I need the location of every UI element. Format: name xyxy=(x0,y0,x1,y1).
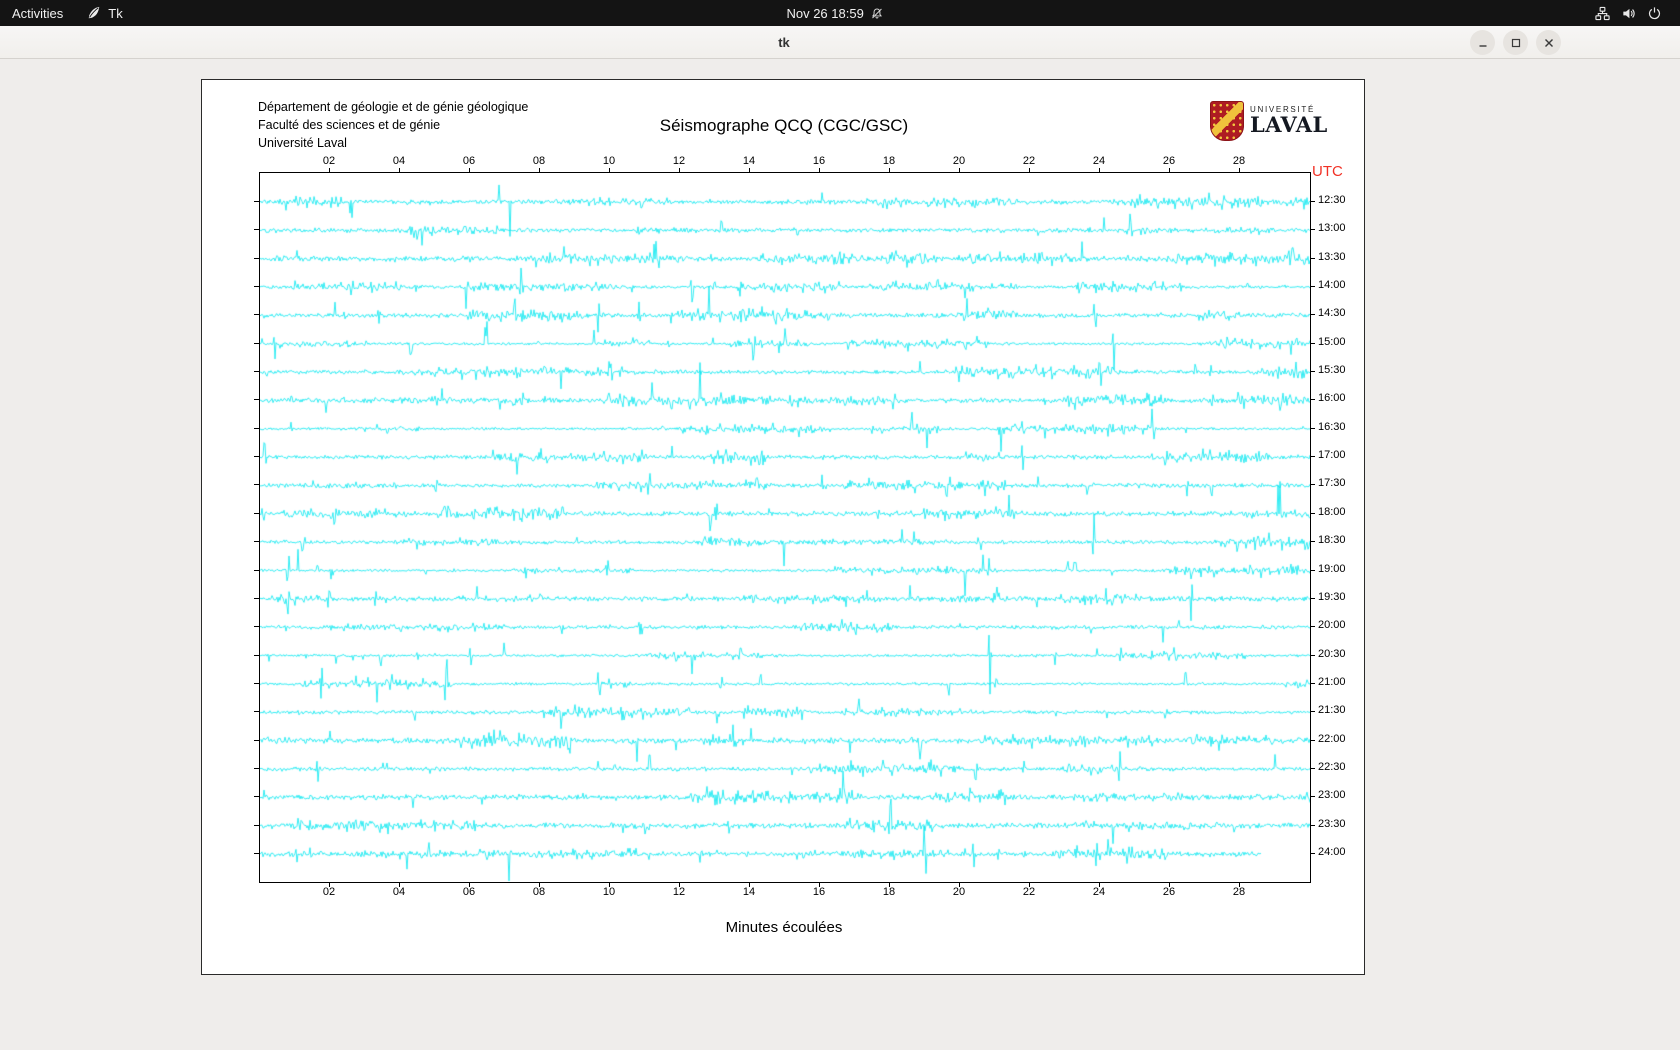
restore-button[interactable] xyxy=(1503,30,1528,55)
x-tick-label: 12 xyxy=(665,886,693,898)
time-label: 19:00 xyxy=(1318,563,1346,575)
x-tick-label: 06 xyxy=(455,155,483,167)
x-tick-label: 18 xyxy=(875,886,903,898)
app-menu-label: Tk xyxy=(108,6,122,21)
activities-label: Activities xyxy=(12,6,63,21)
time-label: 13:00 xyxy=(1318,222,1346,234)
time-label: 14:00 xyxy=(1318,279,1346,291)
x-tick-label: 28 xyxy=(1225,155,1253,167)
time-label: 20:30 xyxy=(1318,648,1346,660)
axis-tick xyxy=(1239,883,1240,887)
time-label: 17:00 xyxy=(1318,449,1346,461)
seismogram-canvas xyxy=(260,173,1310,882)
dept-line-1: Département de géologie et de génie géol… xyxy=(258,98,528,116)
axis-tick xyxy=(1029,883,1030,887)
laval-wordmark: UNIVERSITÉ LAVAL xyxy=(1250,101,1328,136)
x-tick-label: 06 xyxy=(455,886,483,898)
window-content: Département de géologie et de génie géol… xyxy=(0,60,1680,1050)
time-label: 22:00 xyxy=(1318,733,1346,745)
seismograph-title: Séismographe QCQ (CGC/GSC) xyxy=(259,116,1309,136)
system-status-menu[interactable] xyxy=(1583,0,1674,26)
time-label: 12:30 xyxy=(1318,194,1346,206)
laval-shield-icon xyxy=(1210,101,1244,141)
axis-tick xyxy=(889,883,890,887)
axis-tick xyxy=(749,883,750,887)
x-tick-label: 04 xyxy=(385,155,413,167)
time-label: 18:00 xyxy=(1318,506,1346,518)
x-tick-label: 02 xyxy=(315,155,343,167)
x-tick-label: 26 xyxy=(1155,155,1183,167)
minimize-button[interactable] xyxy=(1470,30,1495,55)
axis-tick xyxy=(539,883,540,887)
x-tick-label: 22 xyxy=(1015,155,1043,167)
app-menu[interactable]: Tk xyxy=(75,0,134,26)
x-tick-label: 14 xyxy=(735,886,763,898)
x-tick-label: 08 xyxy=(525,886,553,898)
axis-tick xyxy=(1169,883,1170,887)
axis-tick xyxy=(469,883,470,887)
time-label: 17:30 xyxy=(1318,477,1346,489)
clock-label: Nov 26 18:59 xyxy=(786,6,863,21)
x-tick-label: 24 xyxy=(1085,155,1113,167)
axis-tick xyxy=(609,883,610,887)
plot-area xyxy=(259,172,1311,883)
axis-tick xyxy=(1099,883,1100,887)
dept-line-3: Université Laval xyxy=(258,134,528,152)
close-button[interactable] xyxy=(1536,30,1561,55)
time-label: 13:30 xyxy=(1318,251,1346,263)
time-label: 19:30 xyxy=(1318,591,1346,603)
x-tick-label: 14 xyxy=(735,155,763,167)
gnome-top-bar: Activities Tk Nov 26 18:59 xyxy=(0,0,1680,26)
axis-tick xyxy=(959,883,960,887)
activities-button[interactable]: Activities xyxy=(0,0,75,26)
time-label: 20:00 xyxy=(1318,619,1346,631)
time-label: 16:00 xyxy=(1318,392,1346,404)
laval-wordmark-bottom: LAVAL xyxy=(1250,114,1328,136)
tk-feather-icon xyxy=(87,6,101,20)
x-tick-label: 10 xyxy=(595,886,623,898)
x-tick-label: 02 xyxy=(315,886,343,898)
axis-tick xyxy=(819,883,820,887)
x-tick-label: 10 xyxy=(595,155,623,167)
time-label: 14:30 xyxy=(1318,307,1346,319)
x-tick-label: 16 xyxy=(805,155,833,167)
x-tick-label: 08 xyxy=(525,155,553,167)
time-label: 16:30 xyxy=(1318,421,1346,433)
axis-tick xyxy=(399,883,400,887)
network-icon xyxy=(1595,6,1610,21)
x-tick-label: 12 xyxy=(665,155,693,167)
x-tick-label: 28 xyxy=(1225,886,1253,898)
time-label: 23:30 xyxy=(1318,818,1346,830)
notifications-muted-icon xyxy=(871,7,884,20)
axis-tick xyxy=(329,883,330,887)
x-tick-label: 22 xyxy=(1015,886,1043,898)
axis-tick xyxy=(679,883,680,887)
x-tick-label: 24 xyxy=(1085,886,1113,898)
x-tick-label: 20 xyxy=(945,886,973,898)
window-titlebar[interactable]: tk xyxy=(0,26,1680,59)
window-title: tk xyxy=(778,35,790,50)
x-tick-label: 18 xyxy=(875,155,903,167)
x-tick-label: 26 xyxy=(1155,886,1183,898)
clock-menu[interactable]: Nov 26 18:59 xyxy=(774,0,895,26)
utc-label: UTC xyxy=(1312,163,1343,180)
time-label: 21:30 xyxy=(1318,704,1346,716)
time-label: 18:30 xyxy=(1318,534,1346,546)
time-label: 15:00 xyxy=(1318,336,1346,348)
x-tick-label: 04 xyxy=(385,886,413,898)
seismograph-panel: Département de géologie et de génie géol… xyxy=(201,79,1365,975)
laval-logo: UNIVERSITÉ LAVAL xyxy=(1210,101,1328,141)
time-label: 21:00 xyxy=(1318,676,1346,688)
time-label: 23:00 xyxy=(1318,789,1346,801)
x-tick-label: 20 xyxy=(945,155,973,167)
power-icon xyxy=(1647,6,1662,21)
time-label: 22:30 xyxy=(1318,761,1346,773)
time-label: 24:00 xyxy=(1318,846,1346,858)
window-controls xyxy=(1470,30,1561,55)
x-tick-label: 16 xyxy=(805,886,833,898)
volume-icon xyxy=(1621,6,1636,21)
time-label: 15:30 xyxy=(1318,364,1346,376)
x-axis-title: Minutes écoulées xyxy=(259,919,1309,936)
